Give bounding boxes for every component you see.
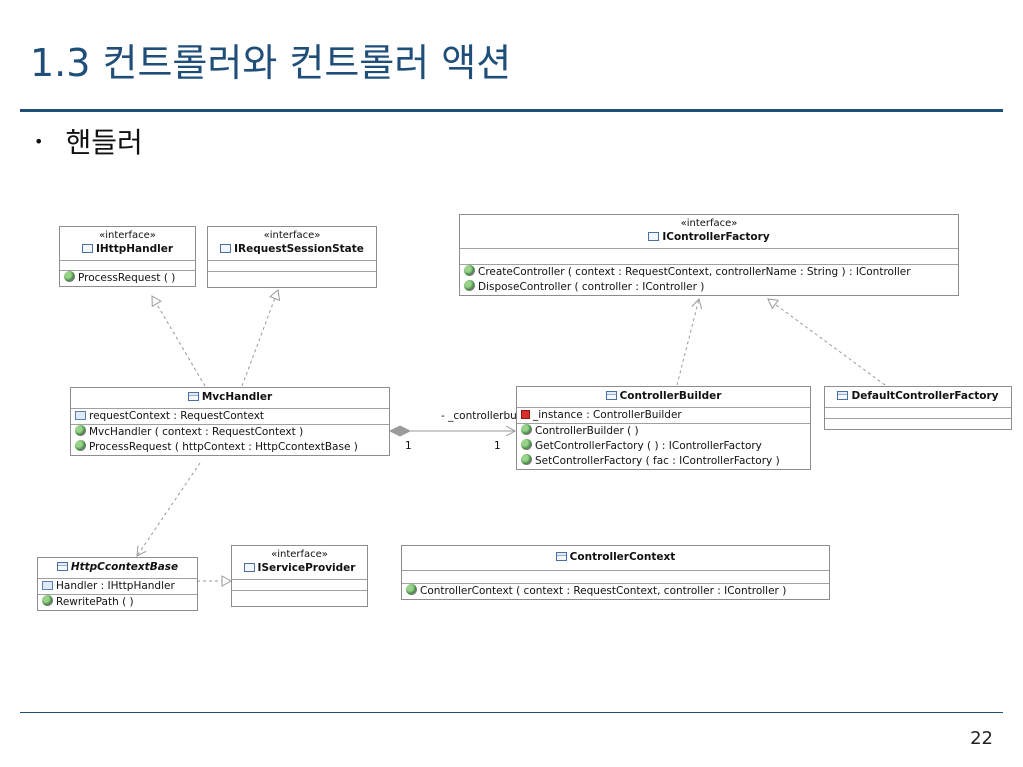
attribute-compartment xyxy=(232,580,367,591)
aggregation-diamond xyxy=(388,425,412,437)
association-multiplicity-source: 1 xyxy=(405,440,412,452)
class-icon xyxy=(187,392,199,401)
attribute: requestContext : RequestContext xyxy=(89,410,265,422)
operation: DisposeController ( controller : IContro… xyxy=(478,281,705,293)
class-name: ControllerContext xyxy=(569,551,676,563)
diagram-edges xyxy=(136,289,886,587)
class-ihttphandler[interactable]: «interface» IHttpHandler ProcessRequest … xyxy=(59,226,196,287)
operation-icon xyxy=(521,424,532,435)
class-mvchandler[interactable]: MvcHandler requestContext : RequestConte… xyxy=(70,387,390,456)
operation-icon xyxy=(75,440,86,451)
class-icon xyxy=(56,562,68,571)
operation-compartment xyxy=(232,591,367,606)
class-defaultcontrollerfactory[interactable]: DefaultControllerFactory xyxy=(824,386,1012,430)
interface-icon xyxy=(81,244,93,253)
class-icon xyxy=(605,391,617,400)
operation: ProcessRequest ( ) xyxy=(78,272,176,284)
interface-icon xyxy=(220,244,232,253)
dependency-controllerbuilder-icontrollerfactory xyxy=(676,298,703,386)
class-httpccontextbase[interactable]: HttpCcontextBase Handler : IHttpHandler … xyxy=(37,557,198,611)
operation: RewritePath ( ) xyxy=(56,596,134,608)
stereotype-label: «interface» xyxy=(263,230,321,241)
class-name: IServiceProvider xyxy=(257,562,356,574)
class-name: IRequestSessionState xyxy=(234,243,364,255)
class-name: MvcHandler xyxy=(201,391,273,403)
operation: ControllerContext ( context : RequestCon… xyxy=(420,585,787,597)
operation: SetControllerFactory ( fac : IController… xyxy=(535,455,780,467)
attribute-icon xyxy=(42,581,53,590)
class-icon xyxy=(555,552,567,561)
realization-defaultcontrollerfactory-icontrollerfactory xyxy=(767,298,886,386)
attribute-compartment xyxy=(402,571,829,584)
stereotype-label: «interface» xyxy=(99,230,156,241)
operation-compartment xyxy=(825,419,1011,429)
realization-mvchandler-ihttphandler xyxy=(151,295,206,387)
realization-mvchandler-irequestsessionstate xyxy=(241,289,281,387)
operation-compartment: ProcessRequest ( ) xyxy=(60,271,195,286)
class-icon xyxy=(837,391,849,400)
attribute-compartment: requestContext : RequestContext xyxy=(71,409,389,425)
operation: MvcHandler ( context : RequestContext ) xyxy=(89,426,304,438)
class-icontrollerfactory[interactable]: «interface» IControllerFactory CreateCon… xyxy=(459,214,959,296)
page-number: 22 xyxy=(970,728,993,749)
class-controllerbuilder[interactable]: ControllerBuilder _instance : Controller… xyxy=(516,386,811,470)
operation-icon xyxy=(406,584,417,595)
class-iserviceprovider[interactable]: «interface» IServiceProvider xyxy=(231,545,368,607)
operation-compartment: MvcHandler ( context : RequestContext ) … xyxy=(71,425,389,455)
operation-icon xyxy=(42,595,53,606)
class-name: DefaultControllerFactory xyxy=(851,390,999,402)
static-attribute-icon xyxy=(521,410,530,419)
attribute-icon xyxy=(75,411,86,420)
class-controllercontext[interactable]: ControllerContext ControllerContext ( co… xyxy=(401,545,830,600)
operation-compartment: ControllerBuilder ( ) GetControllerFacto… xyxy=(517,424,810,469)
operation-icon xyxy=(64,271,75,282)
operation-compartment: ControllerContext ( context : RequestCon… xyxy=(402,584,829,599)
class-irequestsessionstate[interactable]: «interface» IRequestSessionState xyxy=(207,226,377,288)
operation: ProcessRequest ( httpContext : HttpCcont… xyxy=(89,441,358,453)
operation-icon xyxy=(464,280,475,291)
class-name: ControllerBuilder xyxy=(619,390,722,402)
interface-icon xyxy=(648,232,660,241)
stereotype-label: «interface» xyxy=(271,549,328,560)
attribute-compartment xyxy=(60,261,195,271)
operation-icon xyxy=(521,439,532,450)
attribute-compartment: Handler : IHttpHandler xyxy=(38,579,197,595)
operation-compartment xyxy=(208,272,376,287)
attribute-compartment xyxy=(208,261,376,272)
operation: CreateController ( context : RequestCont… xyxy=(478,266,911,278)
operation-icon xyxy=(464,265,475,276)
operation-compartment: CreateController ( context : RequestCont… xyxy=(460,265,958,295)
attribute-compartment xyxy=(825,408,1011,419)
attribute: _instance : ControllerBuilder xyxy=(533,409,682,421)
operation-compartment: RewritePath ( ) xyxy=(38,595,197,610)
attribute: Handler : IHttpHandler xyxy=(56,580,175,592)
attribute-compartment: _instance : ControllerBuilder xyxy=(517,408,810,424)
class-name: HttpCcontextBase xyxy=(70,561,179,573)
operation: GetControllerFactory ( ) : IControllerFa… xyxy=(535,440,762,452)
operation-icon xyxy=(75,425,86,436)
class-name: IHttpHandler xyxy=(95,243,173,255)
attribute-compartment xyxy=(460,249,958,265)
operation-icon xyxy=(521,454,532,465)
association-multiplicity-target: 1 xyxy=(494,440,501,452)
dependency-mvchandler-httpccontextbase xyxy=(136,462,201,557)
stereotype-label: «interface» xyxy=(680,218,738,229)
footer-rule xyxy=(20,712,1003,713)
operation: ControllerBuilder ( ) xyxy=(535,425,639,437)
class-name: IControllerFactory xyxy=(662,231,770,243)
interface-icon xyxy=(243,563,255,572)
